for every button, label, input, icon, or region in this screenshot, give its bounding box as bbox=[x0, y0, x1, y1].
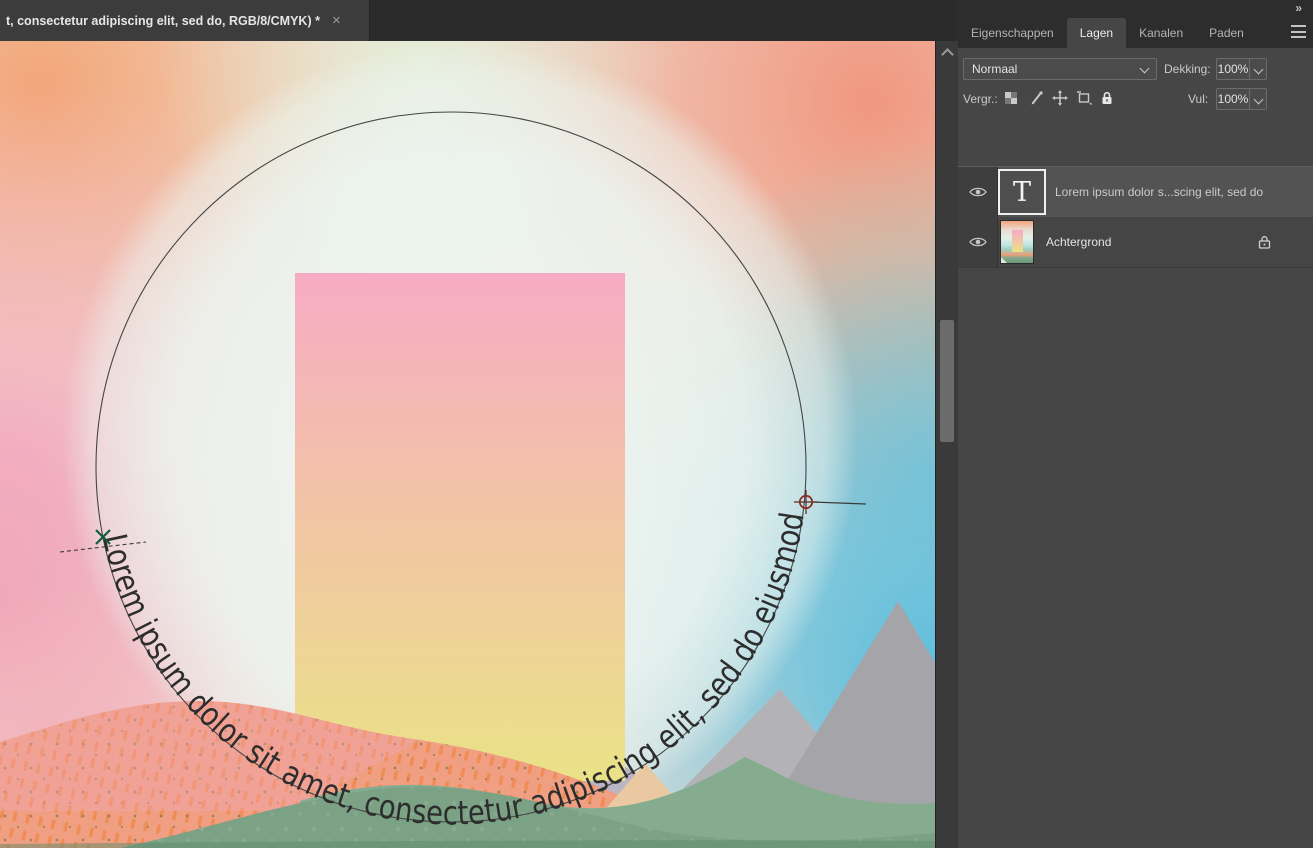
layer-row-background[interactable]: Achtergrond bbox=[958, 217, 1313, 268]
lock-artboard-icon[interactable] bbox=[1076, 90, 1092, 106]
scrollbar-thumb[interactable] bbox=[940, 320, 954, 442]
collapse-panels-icon[interactable]: » bbox=[1295, 1, 1301, 15]
visibility-toggle[interactable] bbox=[958, 217, 998, 267]
lock-all-icon[interactable] bbox=[1099, 90, 1115, 106]
chevron-down-icon bbox=[1253, 94, 1263, 104]
layer-row-text[interactable]: T Lorem ipsum dolor s...scing elit, sed … bbox=[958, 166, 1313, 218]
lock-position-icon[interactable] bbox=[1052, 90, 1068, 106]
center-rectangle bbox=[295, 273, 625, 781]
text-layer-thumbnail[interactable]: T bbox=[998, 169, 1046, 215]
layer-name: Achtergrond bbox=[1046, 235, 1111, 249]
canvas-scrollbar[interactable] bbox=[935, 41, 958, 848]
chevron-down-icon bbox=[1253, 64, 1263, 74]
opacity-label: Dekking: bbox=[1164, 62, 1211, 76]
layer-controls: Normaal Dekking: 100% Vergr.: bbox=[958, 48, 1313, 166]
tab-paden[interactable]: Paden bbox=[1196, 18, 1257, 48]
opacity-dropdown[interactable] bbox=[1250, 58, 1267, 80]
tab-eigenschappen[interactable]: Eigenschappen bbox=[958, 18, 1067, 48]
document-title: t, consectetur adipiscing elit, sed do, … bbox=[6, 14, 320, 28]
image-layer-thumbnail[interactable] bbox=[1000, 220, 1034, 264]
visibility-toggle[interactable] bbox=[958, 167, 998, 217]
fill-label: Vul: bbox=[1188, 92, 1208, 106]
chevron-down-icon bbox=[1140, 64, 1150, 74]
blend-mode-select[interactable]: Normaal bbox=[963, 58, 1157, 80]
chevron-up-icon[interactable] bbox=[941, 48, 954, 61]
opacity-input[interactable]: 100% bbox=[1216, 58, 1250, 80]
lock-label: Vergr.: bbox=[963, 92, 998, 106]
lock-transparent-pixels-icon[interactable] bbox=[1003, 90, 1019, 106]
blend-mode-value: Normaal bbox=[972, 62, 1017, 76]
panel-header-strip: » bbox=[958, 0, 1313, 18]
document-tab[interactable]: t, consectetur adipiscing elit, sed do, … bbox=[0, 0, 370, 41]
layer-name: Lorem ipsum dolor s...scing elit, sed do bbox=[1055, 185, 1263, 199]
lock-icon bbox=[1258, 235, 1271, 249]
fill-dropdown[interactable] bbox=[1250, 88, 1267, 110]
layers-panel: » Eigenschappen Lagen Kanalen Paden Norm… bbox=[958, 0, 1313, 848]
tab-kanalen[interactable]: Kanalen bbox=[1126, 18, 1196, 48]
canvas-viewport[interactable]: Lorem ipsum dolor sit amet, consectetur … bbox=[0, 41, 935, 848]
panel-menu-icon[interactable] bbox=[1291, 25, 1306, 38]
lock-image-pixels-icon[interactable] bbox=[1029, 90, 1045, 106]
eye-icon bbox=[969, 186, 987, 198]
eye-icon bbox=[969, 236, 987, 248]
fill-input[interactable]: 100% bbox=[1216, 88, 1250, 110]
tab-lagen[interactable]: Lagen bbox=[1067, 18, 1126, 48]
document-tab-bar: t, consectetur adipiscing elit, sed do, … bbox=[0, 0, 958, 41]
canvas-artwork: Lorem ipsum dolor sit amet, consectetur … bbox=[0, 41, 935, 848]
panel-tab-bar: Eigenschappen Lagen Kanalen Paden bbox=[958, 18, 1313, 48]
close-icon[interactable]: × bbox=[332, 13, 341, 28]
photoshop-window: t, consectetur adipiscing elit, sed do, … bbox=[0, 0, 1313, 848]
